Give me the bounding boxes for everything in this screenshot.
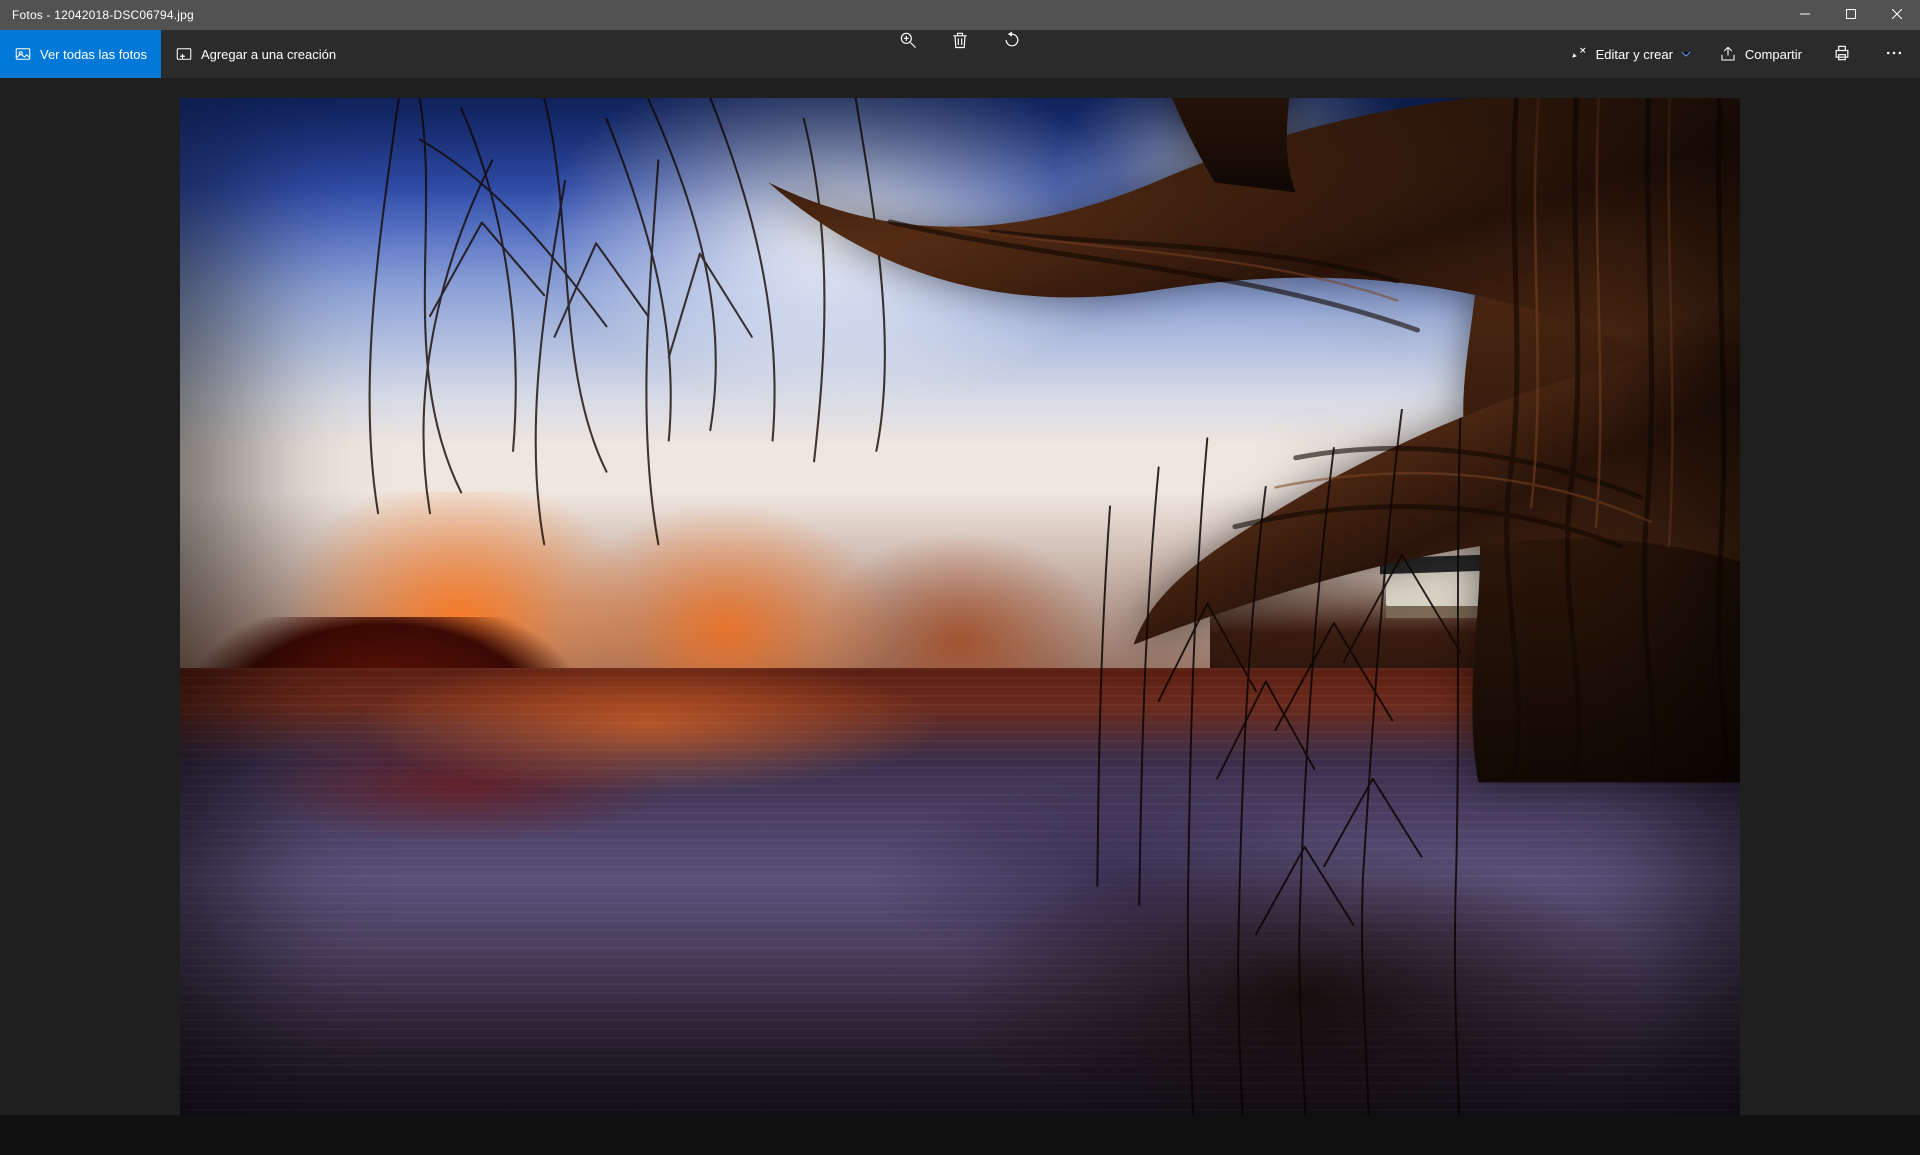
print-button[interactable] bbox=[1816, 30, 1868, 78]
delete-button[interactable] bbox=[934, 30, 986, 53]
share-label: Compartir bbox=[1745, 47, 1802, 62]
window-title: Fotos - 12042018-DSC06794.jpg bbox=[0, 8, 194, 22]
window-controls bbox=[1782, 0, 1920, 30]
print-icon bbox=[1832, 43, 1852, 66]
more-icon bbox=[1884, 43, 1904, 66]
close-icon bbox=[1892, 8, 1902, 22]
edit-and-create-label: Editar y crear bbox=[1596, 47, 1673, 62]
share-button[interactable]: Compartir bbox=[1705, 30, 1816, 78]
zoom-button[interactable] bbox=[882, 30, 934, 53]
minimize-button[interactable] bbox=[1782, 0, 1828, 30]
view-all-photos-label: Ver todas las fotos bbox=[40, 47, 147, 62]
chevron-down-icon bbox=[1681, 47, 1691, 62]
photo-canvas bbox=[180, 98, 1740, 1136]
image-viewport[interactable] bbox=[0, 78, 1920, 1155]
add-to-creation-button[interactable]: Agregar a una creación bbox=[161, 30, 350, 78]
share-icon bbox=[1719, 45, 1737, 63]
taskbar[interactable] bbox=[0, 1115, 1920, 1155]
rotate-button[interactable] bbox=[986, 30, 1038, 53]
close-button[interactable] bbox=[1874, 0, 1920, 30]
edit-tools-icon bbox=[1570, 45, 1588, 63]
maximize-icon bbox=[1846, 8, 1856, 22]
trash-icon bbox=[950, 30, 970, 53]
minimize-icon bbox=[1800, 8, 1810, 22]
maximize-button[interactable] bbox=[1828, 0, 1874, 30]
zoom-icon bbox=[898, 30, 918, 53]
rotate-icon bbox=[1002, 30, 1022, 53]
hanging-branches bbox=[866, 409, 1646, 1136]
toolbar: Ver todas las fotos Agregar a una creaci… bbox=[0, 30, 1920, 78]
more-button[interactable] bbox=[1868, 30, 1920, 78]
picture-icon bbox=[14, 45, 32, 63]
titlebar: Fotos - 12042018-DSC06794.jpg bbox=[0, 0, 1920, 30]
view-all-photos-button[interactable]: Ver todas las fotos bbox=[0, 30, 161, 78]
edit-and-create-button[interactable]: Editar y crear bbox=[1556, 30, 1705, 78]
add-to-creation-label: Agregar a una creación bbox=[201, 47, 336, 62]
add-to-creation-icon bbox=[175, 45, 193, 63]
